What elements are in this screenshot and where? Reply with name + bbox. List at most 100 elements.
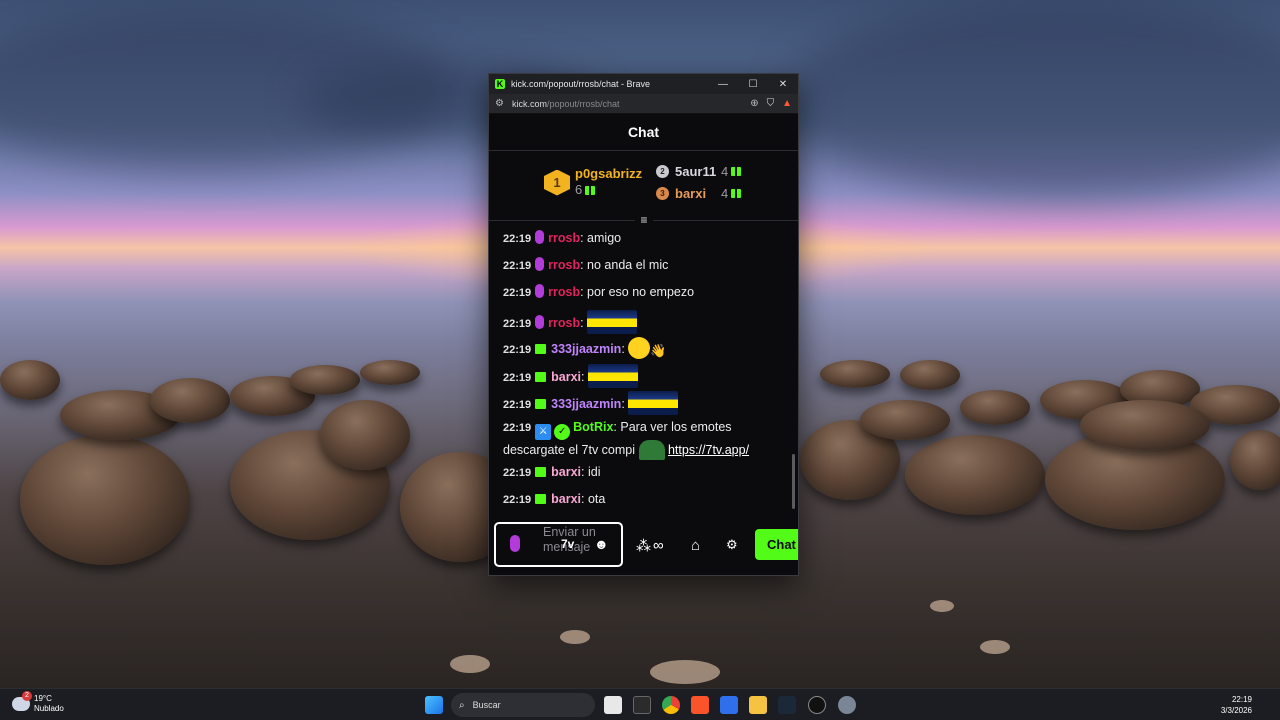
leaderboard-first-name: p0gsabrizz: [575, 166, 643, 181]
chat-header: Chat: [489, 114, 798, 151]
rank-3-badge-icon: 3: [656, 187, 669, 200]
message-time: 22:19: [503, 344, 532, 356]
broadcaster-mic-icon: [535, 257, 545, 271]
message-username[interactable]: rrosb: [548, 231, 580, 245]
message-input[interactable]: Enviar un mensaje 7v ☻: [494, 522, 623, 567]
message-username[interactable]: rrosb: [548, 285, 580, 299]
epic-games-icon[interactable]: [633, 696, 651, 714]
wave-emote-icon[interactable]: 👋: [650, 342, 666, 360]
weather-widget[interactable]: 19°C Nublado: [12, 691, 64, 714]
pepe-emote-icon[interactable]: [638, 440, 665, 460]
smile-emote-icon[interactable]: [628, 337, 651, 359]
rock: [860, 400, 950, 440]
gift-icon: [585, 186, 596, 195]
chat-message: 22:19 rrosb:: [503, 310, 784, 334]
brave-shield-icon[interactable]: ⛉: [767, 98, 775, 109]
rock: [820, 360, 890, 388]
window-titlebar[interactable]: K kick.com/popout/rrosb/chat - Brave — ☐…: [489, 74, 798, 94]
rock: [0, 360, 60, 400]
emote-image[interactable]: [628, 391, 679, 415]
zoom-icon[interactable]: ⊕: [750, 98, 758, 109]
message-text: amigo: [587, 231, 622, 245]
rock: [150, 378, 230, 423]
taskbar-search[interactable]: ⌕ Buscar: [451, 693, 595, 717]
brave-rewards-icon[interactable]: ▲: [782, 98, 792, 109]
chat-message: 22:19 rrosb: por eso no empezo: [503, 284, 695, 299]
send-chat-button[interactable]: Chat: [755, 529, 798, 560]
message-text: no anda el mic: [587, 258, 669, 272]
leaderboard-third-name: barxi: [675, 186, 707, 201]
emote-image[interactable]: [587, 364, 638, 388]
cloud-icon: [12, 691, 32, 711]
settings-gear-icon[interactable]: ⚙: [726, 537, 738, 553]
chrome-icon[interactable]: [662, 696, 680, 714]
moderator-sword-icon: ⚔: [535, 424, 552, 440]
leaderboard-first-count: 6: [575, 182, 583, 197]
message-text: idi: [587, 465, 601, 479]
taskbar-clock[interactable]: 22:19 3/3/2026: [1221, 694, 1252, 716]
maximize-icon[interactable]: ☐: [738, 74, 768, 94]
github-icon[interactable]: [808, 696, 826, 714]
task-view-icon[interactable]: [604, 696, 622, 714]
close-icon[interactable]: ✕: [768, 74, 798, 94]
broadcaster-mic-icon: [535, 315, 545, 329]
message-time: 22:19: [503, 467, 532, 479]
steam-icon[interactable]: [778, 696, 796, 714]
message-username[interactable]: barxi: [551, 465, 581, 479]
rank-2-badge-icon: 2: [656, 165, 669, 178]
message-username[interactable]: barxi: [551, 492, 581, 506]
message-time: 22:19: [503, 260, 532, 272]
rock: [320, 400, 410, 470]
settings-app-icon[interactable]: [838, 696, 856, 714]
weather-temp: 19°C: [34, 694, 52, 703]
message-link[interactable]: https://7tv.app/: [668, 443, 749, 457]
mic-badge-icon: [510, 535, 520, 552]
rock: [1080, 400, 1210, 450]
cloud: [780, 0, 1280, 200]
message-username[interactable]: BotRix: [573, 420, 613, 434]
rock: [1230, 430, 1280, 490]
chat-scrollbar[interactable]: [792, 454, 795, 509]
message-username[interactable]: barxi: [551, 370, 581, 384]
windows-start-icon[interactable]: [425, 696, 443, 714]
address-bar[interactable]: ⚙ kick.com/popout/rrosb/chat ⊕ ⛉ ▲: [489, 94, 798, 114]
message-username[interactable]: 333jjaazmin: [551, 342, 621, 356]
message-username[interactable]: 333jjaazmin: [551, 397, 621, 411]
message-username[interactable]: rrosb: [548, 316, 580, 330]
store-icon[interactable]: ⌂: [691, 537, 700, 554]
url-text[interactable]: kick.com/popout/rrosb/chat: [512, 99, 742, 109]
pebble: [650, 660, 720, 684]
pebble: [930, 600, 954, 612]
brave-icon[interactable]: [691, 696, 709, 714]
pebble: [560, 630, 590, 644]
infinity-icon[interactable]: ∞: [653, 537, 664, 554]
kick-logo-icon: K: [495, 79, 505, 89]
message-time: 22:19: [503, 422, 532, 434]
chat-messages[interactable]: 22:19 rrosb: amigo 22:19 rrosb: no anda el…: [489, 222, 798, 514]
message-time: 22:19: [503, 399, 532, 411]
minimize-icon[interactable]: —: [708, 74, 738, 94]
gift-icon: [731, 189, 742, 198]
leaderboard-first[interactable]: 1 p0gsabrizz 6: [544, 166, 642, 199]
rock: [290, 365, 360, 395]
leaderboard-second-count: 4: [721, 164, 729, 179]
rock: [20, 435, 190, 565]
clock-date: 3/3/2026: [1220, 706, 1252, 715]
store-app-icon[interactable]: [720, 696, 738, 714]
browser-window: K kick.com/popout/rrosb/chat - Brave — ☐…: [488, 73, 799, 576]
message-text: ota: [587, 492, 606, 506]
leaderboard-second[interactable]: 2 5aur11 4: [656, 164, 742, 179]
verified-bot-icon: ✓: [554, 424, 571, 440]
chat-users-icon[interactable]: ⁂: [636, 537, 651, 555]
emote-image[interactable]: [587, 310, 638, 334]
rock: [900, 360, 960, 390]
file-explorer-icon[interactable]: [749, 696, 767, 714]
site-settings-icon[interactable]: ⚙: [495, 98, 504, 109]
message-time: 22:19: [503, 372, 532, 384]
leaderboard-third[interactable]: 3 barxi 4: [656, 186, 742, 201]
seventv-emote-button[interactable]: 7v: [561, 537, 574, 551]
weather-desc: Nublado: [34, 704, 64, 713]
leaderboard-third-count: 4: [721, 186, 729, 201]
emoji-picker-icon[interactable]: ☻: [594, 536, 609, 552]
message-username[interactable]: rrosb: [548, 258, 580, 272]
